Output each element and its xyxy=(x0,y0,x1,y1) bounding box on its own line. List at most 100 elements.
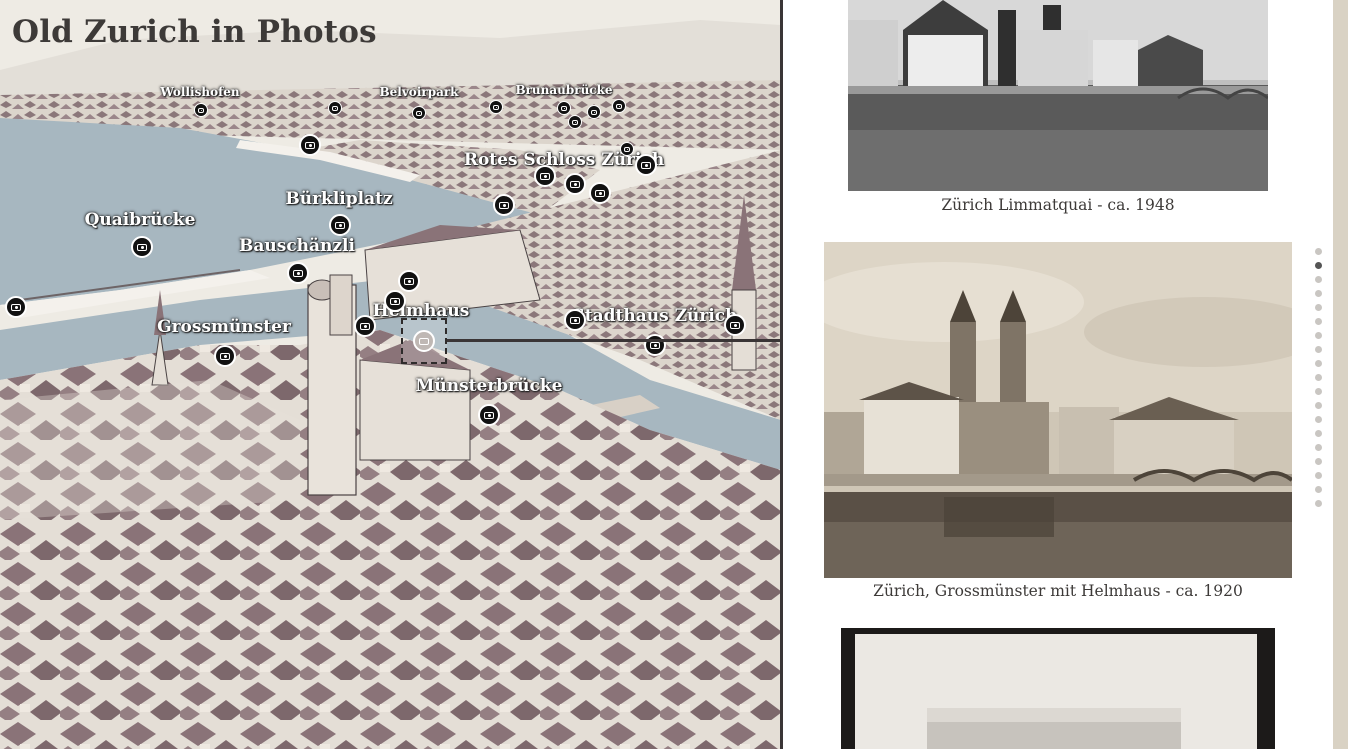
progress-dot[interactable] xyxy=(1315,388,1322,395)
map-label-bauschaenzli[interactable]: Bauschänzli xyxy=(239,236,355,256)
camera-icon xyxy=(570,317,580,324)
photo-pin[interactable] xyxy=(398,270,420,292)
progress-dot[interactable] xyxy=(1315,360,1322,367)
camera-icon xyxy=(493,105,499,110)
camera-icon xyxy=(540,173,550,180)
map-label-belvoirpark[interactable]: Belvoirpark xyxy=(380,85,459,99)
camera-icon xyxy=(390,298,400,305)
camera-icon xyxy=(404,278,414,285)
camera-icon xyxy=(305,142,315,149)
progress-dot[interactable] xyxy=(1315,444,1322,451)
photo-pin[interactable] xyxy=(612,99,626,113)
progress-dot[interactable] xyxy=(1315,374,1322,381)
photo-pin[interactable] xyxy=(299,134,321,156)
map-label-brunaubruecke[interactable]: Brunaubrücke xyxy=(515,83,612,97)
photo-grossmuenster-helmhaus[interactable] xyxy=(824,242,1292,578)
camera-icon xyxy=(499,202,509,209)
camera-icon xyxy=(293,270,303,277)
photo-pin[interactable] xyxy=(620,142,634,156)
camera-icon xyxy=(137,244,147,251)
camera-icon xyxy=(413,330,435,352)
photo-pin[interactable] xyxy=(534,165,556,187)
page-title: Old Zurich in Photos xyxy=(12,14,377,50)
progress-dot[interactable] xyxy=(1315,332,1322,339)
photo-pin[interactable] xyxy=(412,106,426,120)
camera-icon xyxy=(572,120,578,125)
photo-pin[interactable] xyxy=(194,103,208,117)
camera-icon xyxy=(595,190,605,197)
map-label-grossmuenster[interactable]: Grossmünster xyxy=(157,317,291,337)
photo-pin[interactable] xyxy=(287,262,309,284)
camera-icon xyxy=(360,323,370,330)
city-3d-scene xyxy=(0,0,781,749)
camera-icon xyxy=(11,304,21,311)
photo-image xyxy=(841,628,1275,749)
photo-pin[interactable] xyxy=(568,115,582,129)
photo-pin[interactable] xyxy=(5,296,27,318)
progress-dot[interactable] xyxy=(1315,458,1322,465)
next-page-edge xyxy=(1333,0,1348,749)
photo-pin[interactable] xyxy=(564,309,586,331)
camera-icon xyxy=(730,322,740,329)
camera-icon xyxy=(220,353,230,360)
progress-dot[interactable] xyxy=(1315,290,1322,297)
photo-pin[interactable] xyxy=(493,194,515,216)
photo-pin[interactable] xyxy=(589,182,611,204)
progress-dot[interactable] xyxy=(1315,276,1322,283)
photo-pin[interactable] xyxy=(587,105,601,119)
camera-icon xyxy=(335,222,345,229)
photo-caption: Zürich, Grossmünster mit Helmhaus - ca. … xyxy=(873,582,1243,600)
photo-image xyxy=(824,242,1292,578)
photo-image xyxy=(848,0,1268,191)
camera-icon xyxy=(570,181,580,188)
map-label-muensterbruecke[interactable]: Münsterbrücke xyxy=(416,376,563,396)
progress-dot[interactable] xyxy=(1315,304,1322,311)
camera-icon xyxy=(416,111,422,116)
progress-dot[interactable] xyxy=(1315,486,1322,493)
photo-progress-dots[interactable] xyxy=(1315,248,1323,514)
map-label-stadthaus[interactable]: Stadthaus Zürich xyxy=(572,306,737,326)
progress-dot[interactable] xyxy=(1315,472,1322,479)
camera-icon xyxy=(616,104,622,109)
camera-icon xyxy=(484,412,494,419)
photo-pin[interactable] xyxy=(489,100,503,114)
map-label-buerkliplatz[interactable]: Bürkliplatz xyxy=(285,189,392,209)
progress-dot[interactable] xyxy=(1315,402,1322,409)
progress-dot[interactable] xyxy=(1315,416,1322,423)
map-view[interactable]: Old Zurich in Photos Wollishofen Belvoir… xyxy=(0,0,781,749)
photo-gallery-panel[interactable]: Zürich Limmatquai - ca. 1948 Zürich, Gro… xyxy=(783,0,1333,749)
photo-pin[interactable] xyxy=(644,334,666,356)
photo-pin[interactable] xyxy=(384,290,406,312)
photo-pin[interactable] xyxy=(478,404,500,426)
photo-pin[interactable] xyxy=(724,314,746,336)
camera-icon xyxy=(624,147,630,152)
photo-caption: Zürich Limmatquai - ca. 1948 xyxy=(941,196,1175,214)
camera-icon xyxy=(591,110,597,115)
progress-dot[interactable] xyxy=(1315,248,1322,255)
photo-pin[interactable] xyxy=(564,173,586,195)
camera-icon xyxy=(561,106,567,111)
progress-dot[interactable] xyxy=(1315,318,1322,325)
photo-print[interactable] xyxy=(841,628,1275,749)
photo-pin[interactable] xyxy=(328,101,342,115)
photo-pin[interactable] xyxy=(329,214,351,236)
camera-icon xyxy=(641,162,651,169)
camera-icon xyxy=(198,108,204,113)
camera-icon xyxy=(650,342,660,349)
progress-dot[interactable] xyxy=(1315,430,1322,437)
photo-pin[interactable] xyxy=(557,101,571,115)
map-label-rotes-schloss[interactable]: Rotes Schloss Zürich xyxy=(464,150,664,170)
progress-dot[interactable] xyxy=(1315,500,1322,507)
photo-pin[interactable] xyxy=(214,345,236,367)
selected-photo-pin[interactable] xyxy=(401,318,447,364)
selection-connector-line xyxy=(446,339,781,342)
photo-pin[interactable] xyxy=(131,236,153,258)
map-label-wollishofen[interactable]: Wollishofen xyxy=(160,85,239,99)
photo-pin[interactable] xyxy=(635,154,657,176)
camera-icon xyxy=(332,106,338,111)
photo-pin[interactable] xyxy=(354,315,376,337)
photo-limmatquai[interactable] xyxy=(848,0,1268,191)
map-label-quaibruecke[interactable]: Quaibrücke xyxy=(85,210,196,230)
progress-dot[interactable] xyxy=(1315,346,1322,353)
progress-dot-active[interactable] xyxy=(1315,262,1322,269)
